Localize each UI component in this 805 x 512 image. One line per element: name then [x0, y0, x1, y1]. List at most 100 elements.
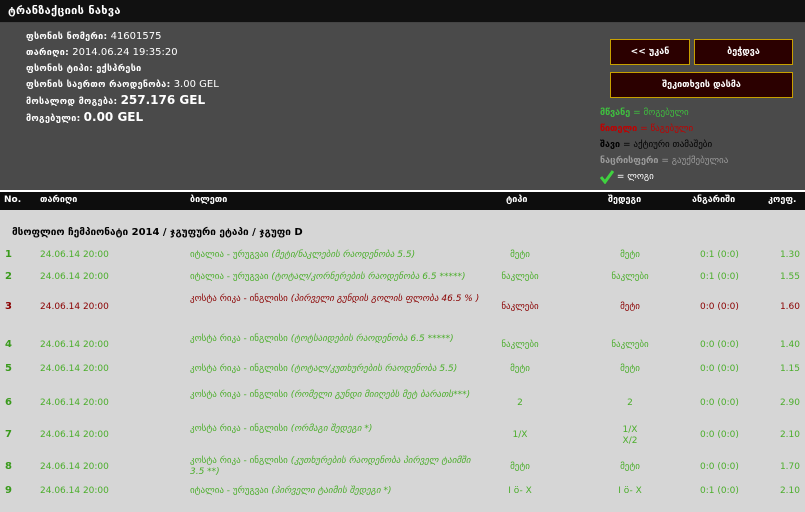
row-type: 2	[517, 398, 523, 408]
possible-win-value: 257.176 GEL	[120, 93, 206, 107]
back-button[interactable]: << უკან	[610, 39, 690, 65]
total-coef-value: 3.00 GEL	[173, 79, 219, 90]
row-score: 0:0 (0:0)	[700, 302, 739, 312]
col-type: ტიპი	[506, 195, 528, 205]
row-date: 24.06.14 20:00	[40, 302, 109, 312]
row-number: 4	[5, 339, 12, 350]
row-bet: კოსტა რიკა - ინგლისი (კუთხურების რაოდენო…	[190, 456, 480, 478]
row-result: მეტი	[620, 302, 640, 312]
col-coef: კოეფ.	[768, 195, 797, 205]
row-coef: 2.10	[779, 486, 800, 496]
row-date: 24.06.14 20:00	[40, 486, 109, 496]
ask-question-button[interactable]: შეკითხვის დასმა	[610, 72, 793, 98]
row-teams: კოსტა რიკა - ინგლისი	[190, 294, 291, 304]
type-row: ფსონის ტიპი: ექსპრესი	[26, 61, 219, 77]
row-result: მეტი	[620, 462, 640, 472]
row-result: 1/X X/2	[622, 425, 638, 446]
page-title: ტრანზაქციის ნახვა	[8, 4, 121, 17]
row-result: I ö- X	[618, 486, 642, 496]
legend-black: შავი = აქტიური თამაშები	[600, 137, 728, 153]
row-teams: კოსტა რიკა - ინგლისი	[190, 456, 291, 466]
row-score: 0:0 (0:0)	[700, 430, 739, 440]
color-legend: მწვანე = მოგებული წითელი = წაგებული შავი…	[600, 105, 728, 185]
row-number: 3	[5, 301, 12, 312]
legend-green-val: = მოგებული	[633, 108, 689, 118]
row-coef: 1.40	[779, 340, 800, 350]
row-coef: 1.70	[779, 462, 800, 472]
legend-check-val: = ლოგი	[616, 172, 654, 182]
possible-win-row: მოსალოდ მოგება: 257.176 GEL	[26, 93, 219, 110]
date-row: თარიღი: 2014.06.24 19:35:20	[26, 45, 219, 61]
col-score: ანგარიში	[692, 195, 736, 205]
col-date: თარიღი	[40, 195, 78, 205]
row-market: (ტოტალ/კორნერების რაოდენობა 6.5 *****)	[271, 272, 466, 282]
row-market: (ორმაგი შედეგი *)	[290, 424, 373, 434]
row-date: 24.06.14 20:00	[40, 272, 109, 282]
row-type: მეტი	[510, 250, 530, 260]
total-coef-row: ფსონის საერთო რაოდენობა: 3.00 GEL	[26, 77, 219, 93]
row-type: 1/X	[512, 430, 528, 440]
row-teams: იტალია - ურუგვაი	[190, 272, 272, 282]
row-number: 8	[5, 461, 12, 472]
row-teams: იტალია - ურუგვაი	[190, 250, 272, 260]
row-result: მეტი	[620, 364, 640, 374]
legend-red: წითელი = წაგებული	[600, 121, 728, 137]
row-score: 0:0 (0:0)	[700, 398, 739, 408]
row-score: 0:1 (0:0)	[700, 250, 739, 260]
row-teams: კოსტა რიკა - ინგლისი	[190, 424, 291, 434]
row-teams: იტალია - ურუგვაი	[190, 486, 272, 496]
tournament-title: მსოფლიო ჩემპიონატი 2014 / ჯგუფური ეტაპი …	[12, 227, 303, 238]
row-date: 24.06.14 20:00	[40, 340, 109, 350]
row-coef: 2.90	[779, 398, 800, 408]
date-value: 2014.06.24 19:35:20	[72, 47, 178, 58]
row-result: ნაკლები	[611, 272, 649, 282]
row-market: (რომელი გუნდი მიიღებს მეტ ბარათს***)	[290, 390, 471, 400]
row-type: I ö- X	[508, 486, 532, 496]
row-date: 24.06.14 20:00	[40, 462, 109, 472]
row-number: 5	[5, 363, 12, 374]
row-teams: კოსტა რიკა - ინგლისი	[190, 390, 291, 400]
row-date: 24.06.14 20:00	[40, 364, 109, 374]
legend-green-key: მწვანე	[600, 108, 631, 118]
row-bet: იტალია - ურუგვაი (მეტი/ნაკლების რაოდენობ…	[190, 250, 480, 261]
row-market: (პირველი ტაიმის შედეგი *)	[271, 486, 392, 496]
win-row: მოგებული: 0.00 GEL	[26, 110, 219, 127]
row-type: მეტი	[510, 364, 530, 374]
row-type: ნაკლები	[501, 302, 539, 312]
row-number: 7	[5, 429, 12, 440]
table-header: No. თარიღი ბილეთი ტიპი შედეგი ანგარიში კ…	[0, 192, 805, 210]
row-coef: 1.30	[779, 250, 800, 260]
type-value: ექსპრესი	[96, 64, 142, 74]
date-label: თარიღი:	[26, 48, 70, 58]
row-type: ნაკლები	[501, 340, 539, 350]
legend-check: = ლოგი	[600, 169, 728, 185]
row-coef: 2.10	[779, 430, 800, 440]
row-date: 24.06.14 20:00	[40, 250, 109, 260]
slip-info: ფსონის ნომერი: 41601575 თარიღი: 2014.06.…	[26, 29, 219, 127]
legend-black-val: = აქტიური თამაშები	[622, 140, 713, 150]
row-date: 24.06.14 20:00	[40, 398, 109, 408]
slip-number-label: ფსონის ნომერი:	[26, 32, 108, 42]
slip-number-value: 41601575	[110, 31, 162, 42]
col-no: No.	[4, 195, 22, 205]
row-score: 0:0 (0:0)	[700, 364, 739, 374]
row-score: 0:0 (0:0)	[700, 340, 739, 350]
row-number: 1	[5, 249, 12, 260]
row-market: (პირველი გუნდის გოლის ფლობა 46.5 % )	[290, 294, 480, 304]
row-date: 24.06.14 20:00	[40, 430, 109, 440]
print-button[interactable]: ბეჭდვა	[694, 39, 793, 65]
total-coef-label: ფსონის საერთო რაოდენობა:	[26, 80, 171, 90]
row-number: 9	[5, 485, 12, 496]
legend-black-key: შავი	[600, 140, 621, 150]
row-bet: კოსტა რიკა - ინგლისი (პირველი გუნდის გოლ…	[190, 294, 480, 305]
row-score: 0:1 (0:0)	[700, 486, 739, 496]
col-result: შედეგი	[608, 195, 642, 205]
row-score: 0:1 (0:0)	[700, 272, 739, 282]
type-label: ფსონის ტიპი:	[26, 64, 94, 74]
win-value: 0.00 GEL	[83, 110, 144, 124]
checkmark-icon	[600, 169, 614, 184]
row-type: ნაკლები	[501, 272, 539, 282]
col-bet: ბილეთი	[190, 195, 228, 205]
row-coef: 1.55	[779, 272, 800, 282]
row-result: ნაკლები	[611, 340, 649, 350]
